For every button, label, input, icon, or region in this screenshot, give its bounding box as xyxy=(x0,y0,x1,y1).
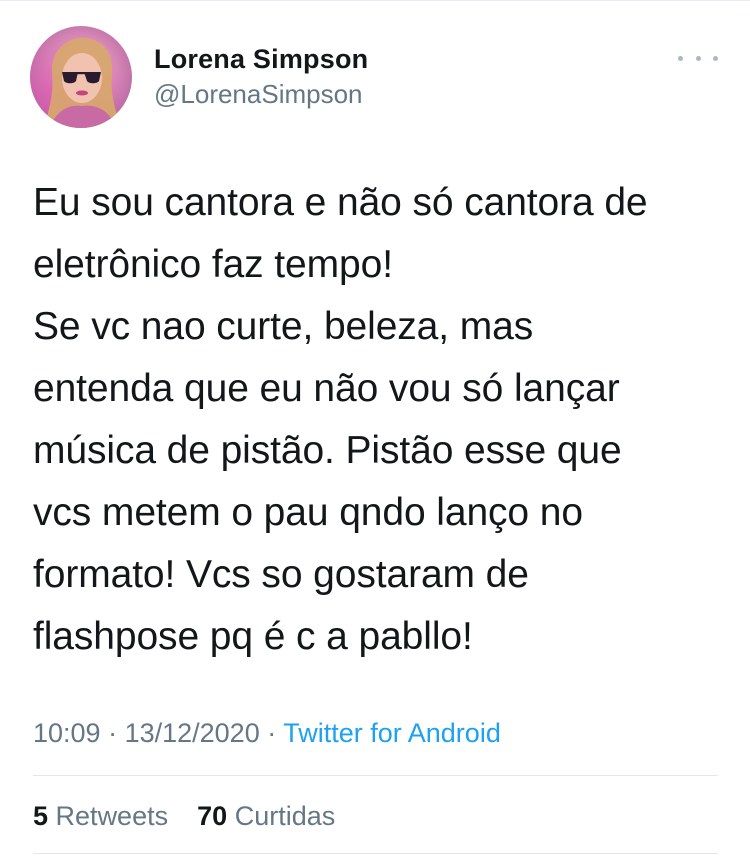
likes-stat[interactable]: 70 Curtidas xyxy=(197,801,335,831)
more-dot xyxy=(713,55,718,61)
likes-count: 70 xyxy=(197,801,228,831)
user-info[interactable]: Lorena Simpson @LorenaSimpson xyxy=(154,42,368,111)
meta-separator: · xyxy=(100,718,125,748)
tweet-date[interactable]: 13/12/2020 xyxy=(125,718,260,748)
tweet-header: Lorena Simpson @LorenaSimpson xyxy=(30,26,720,130)
retweets-count: 5 xyxy=(33,801,49,831)
divider xyxy=(33,775,718,776)
profile-photo-icon xyxy=(30,26,132,128)
more-options-icon[interactable] xyxy=(678,50,718,66)
tweet-source-link[interactable]: Twitter for Android xyxy=(283,718,501,748)
tweet-meta: 10:09 · 13/12/2020 · Twitter for Android xyxy=(33,716,501,750)
more-dot xyxy=(678,55,683,61)
avatar[interactable] xyxy=(30,26,132,128)
top-border xyxy=(0,0,750,1)
divider xyxy=(33,853,718,854)
retweets-label: Retweets xyxy=(55,801,169,831)
tweet-stats: 5 Retweets 70 Curtidas xyxy=(33,799,335,833)
meta-separator: · xyxy=(259,718,284,748)
display-name[interactable]: Lorena Simpson xyxy=(154,42,368,76)
tweet-text: Eu sou cantora e não só cantora de eletr… xyxy=(33,181,648,658)
likes-label: Curtidas xyxy=(234,801,336,831)
more-dot xyxy=(695,55,701,61)
retweets-stat[interactable]: 5 Retweets xyxy=(33,801,176,831)
tweet-time[interactable]: 10:09 xyxy=(33,718,101,748)
user-handle[interactable]: @LorenaSimpson xyxy=(154,77,368,111)
